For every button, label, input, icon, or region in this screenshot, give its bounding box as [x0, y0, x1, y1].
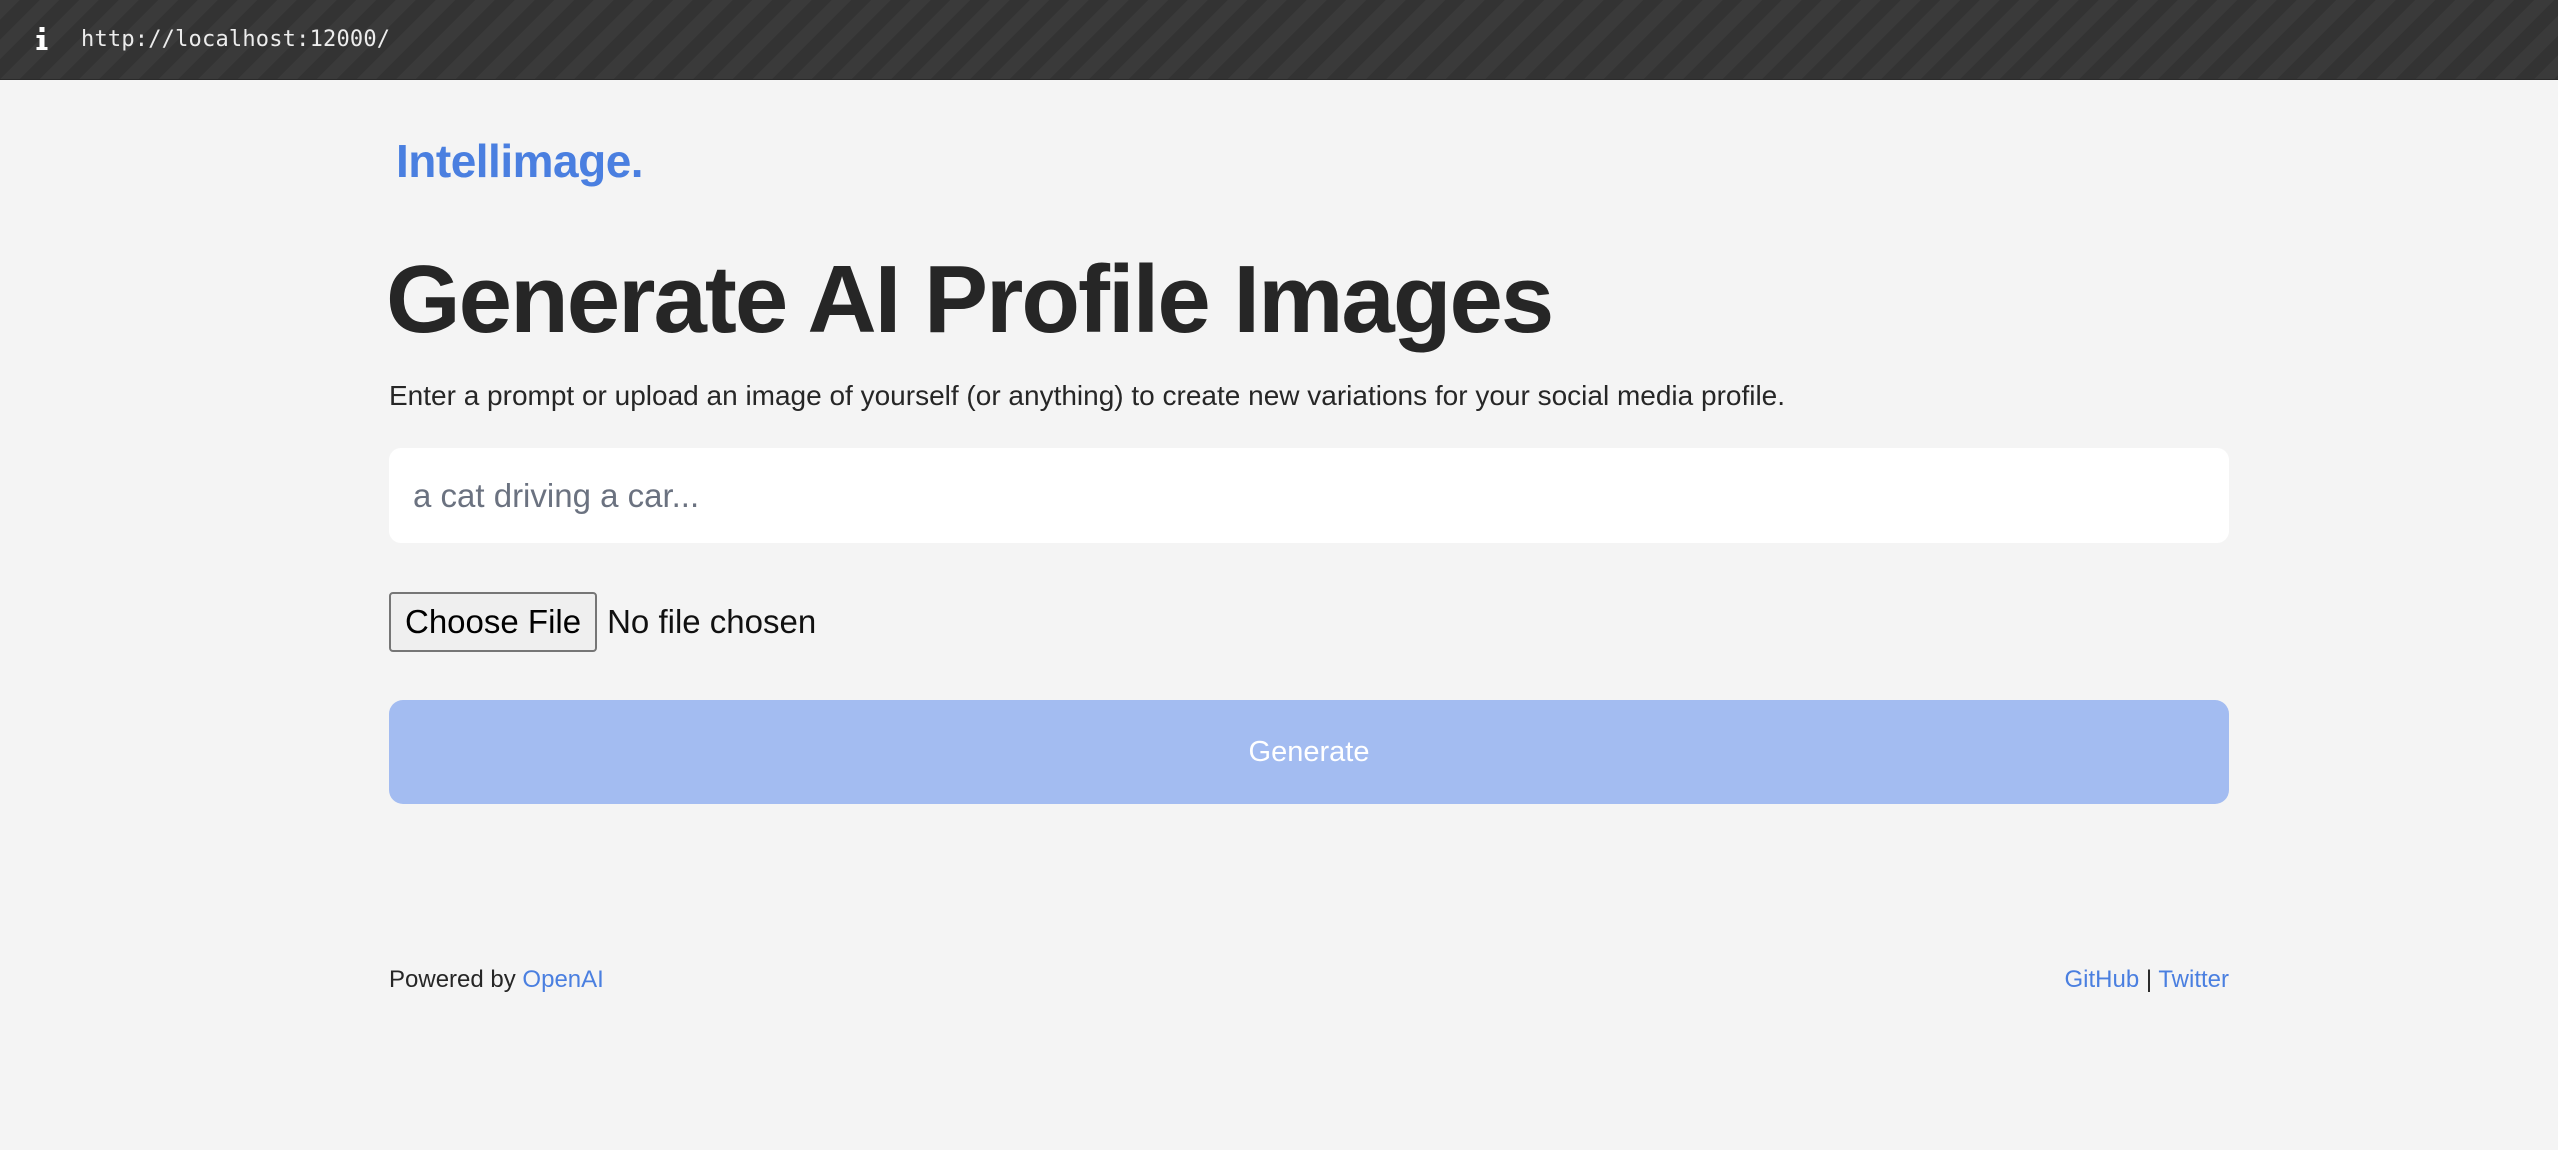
powered-by-label: Powered by: [389, 966, 516, 993]
footer-powered-by: Powered by OpenAI: [389, 964, 604, 996]
github-link[interactable]: GitHub: [2064, 966, 2139, 993]
url-text[interactable]: http://localhost:12000/: [81, 25, 390, 55]
openai-link[interactable]: OpenAI: [522, 966, 603, 993]
footer-separator: |: [2145, 966, 2153, 993]
page-subtitle: Enter a prompt or upload an image of you…: [389, 380, 1786, 411]
app-logo: Intellimage.: [396, 135, 644, 187]
footer-social-links: GitHub | Twitter: [2064, 964, 2229, 996]
file-status-text: No file chosen: [607, 603, 817, 640]
info-icon[interactable]: [33, 24, 51, 54]
file-upload: Choose File No file chosen: [389, 592, 816, 652]
prompt-input[interactable]: [389, 448, 2229, 543]
page-title: Generate AI Profile Images: [386, 246, 1554, 353]
choose-file-button[interactable]: Choose File: [389, 592, 598, 652]
twitter-link[interactable]: Twitter: [2158, 966, 2229, 993]
generate-button[interactable]: Generate: [389, 700, 2229, 804]
browser-address-bar: http://localhost:12000/: [0, 0, 2558, 80]
